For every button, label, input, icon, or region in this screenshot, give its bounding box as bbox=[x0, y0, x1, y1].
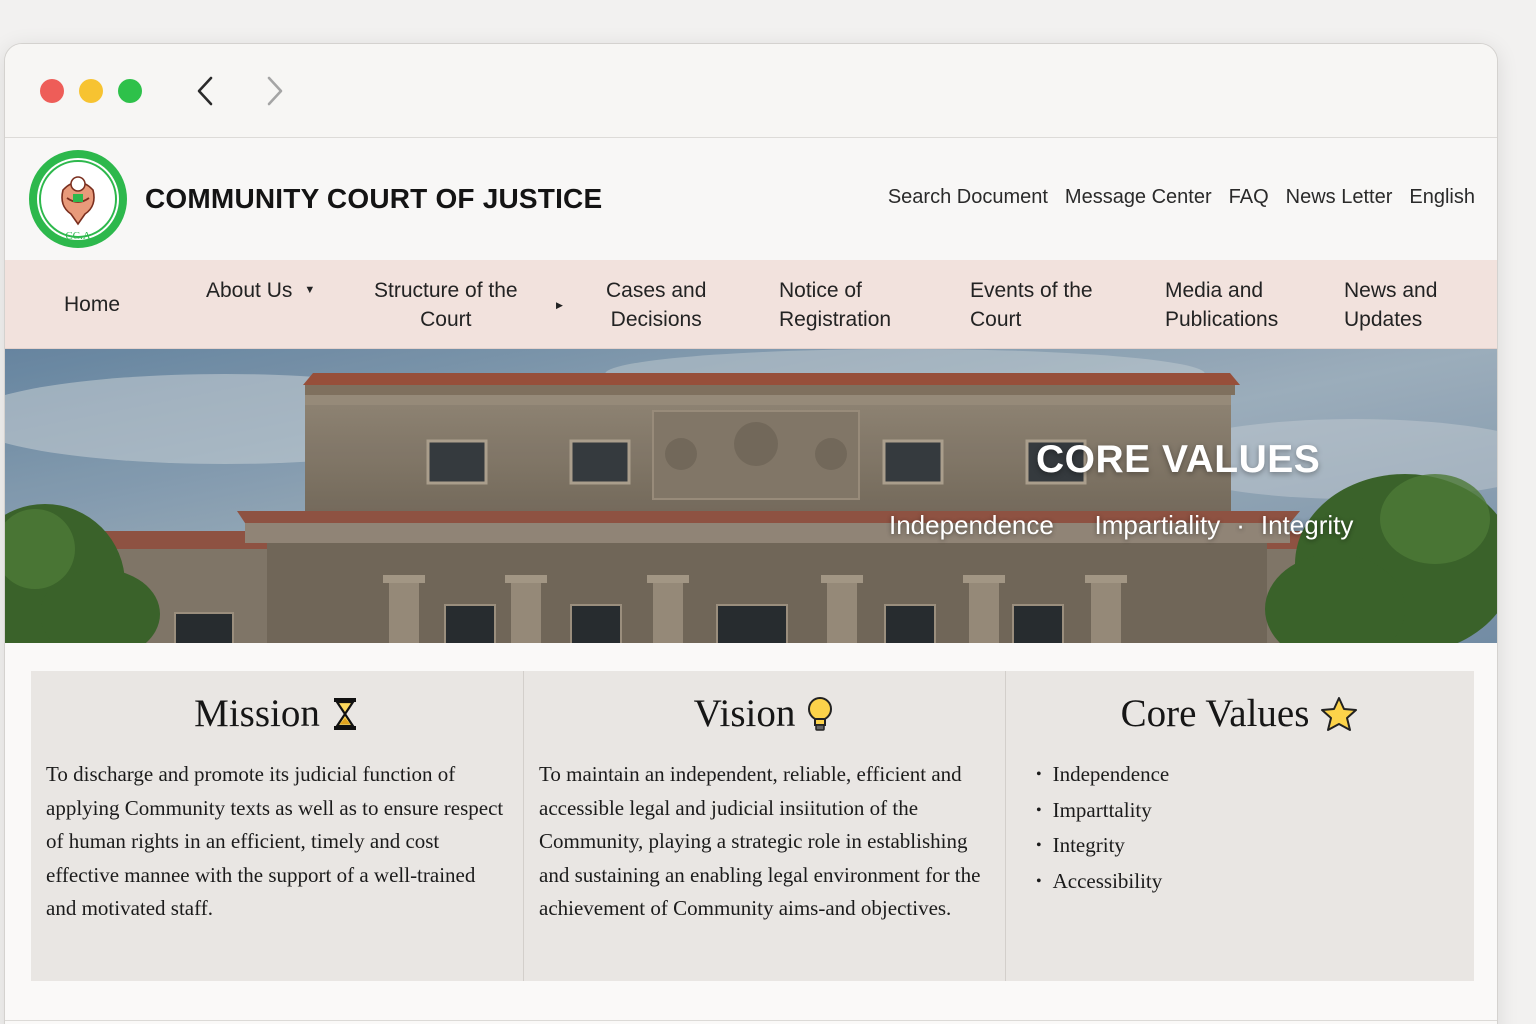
vision-card: Vision To maintain an independent, relia… bbox=[524, 671, 1006, 981]
logo-text: CC.A bbox=[65, 230, 90, 242]
nav-item-label: Structure of the bbox=[374, 278, 518, 302]
message-center-link[interactable]: Message Center bbox=[1065, 186, 1212, 209]
nav-item-events[interactable]: Events of the Court bbox=[970, 260, 1093, 349]
caret-down-icon: ▼ bbox=[304, 284, 316, 296]
nav-item-label: About Us bbox=[206, 279, 293, 302]
nav-item-label: Court bbox=[420, 307, 472, 331]
search-document-link[interactable]: Search Document bbox=[888, 186, 1048, 209]
mission-title: Mission bbox=[194, 692, 320, 735]
hero-values: Independence · Impartiality · Integrity bbox=[889, 510, 1353, 541]
lightbulb-icon bbox=[808, 696, 833, 731]
hero-title: CORE VALUES bbox=[1036, 438, 1321, 481]
hero-value: Independence bbox=[889, 510, 1054, 540]
newsletter-link[interactable]: News Letter bbox=[1286, 186, 1393, 209]
nav-item-label: Registration bbox=[779, 307, 892, 331]
nav-item-label: Publications bbox=[1165, 307, 1279, 331]
nav-item-media-publications[interactable]: Media and Publications bbox=[1165, 260, 1278, 349]
list-item: Integrity bbox=[1036, 829, 1474, 865]
vision-text: To maintain an independent, reliable, ef… bbox=[539, 762, 981, 921]
hero-banner: CORE VALUES Independence · Impartiality … bbox=[5, 349, 1497, 643]
nav-item-label: News and bbox=[1344, 278, 1438, 302]
nav-item-notice-registration[interactable]: Notice of Registration bbox=[779, 260, 891, 349]
nav-item-home[interactable]: Home bbox=[64, 260, 120, 349]
browser-titlebar bbox=[5, 44, 1497, 138]
nav-item-structure[interactable]: Structure of the Court bbox=[374, 260, 534, 349]
mission-text: To discharge and promote its judicial fu… bbox=[46, 762, 504, 921]
nav-item-label: Events of the bbox=[970, 278, 1093, 302]
nav-item-label: Updates bbox=[1344, 307, 1423, 331]
close-window-button[interactable] bbox=[40, 79, 64, 103]
language-selector[interactable]: English bbox=[1409, 186, 1475, 209]
nav-item-label: Decisions bbox=[610, 307, 702, 331]
nav-item-label: Court bbox=[970, 307, 1022, 331]
core-values-title: Core Values bbox=[1120, 692, 1310, 735]
hero-separator: · bbox=[1236, 510, 1245, 540]
card-title: Vision bbox=[524, 691, 1005, 736]
nav-item-label: Cases and bbox=[606, 278, 707, 302]
maximize-window-button[interactable] bbox=[118, 79, 142, 103]
browser-window: CC.A COMMUNITY COURT OF JUSTICE Search D… bbox=[4, 43, 1498, 1024]
star-icon bbox=[1321, 696, 1358, 731]
nav-item-label: Notice of bbox=[779, 278, 862, 302]
list-item: Accessibility bbox=[1036, 865, 1474, 901]
nav-item-news-updates[interactable]: News and Updates bbox=[1344, 260, 1437, 349]
card-title: Core Values bbox=[1006, 691, 1474, 736]
site-header: CC.A COMMUNITY COURT OF JUSTICE Search D… bbox=[5, 138, 1497, 260]
hero-value: Integrity bbox=[1260, 510, 1354, 540]
vision-title: Vision bbox=[693, 692, 796, 735]
nav-item-label: Media and bbox=[1165, 278, 1264, 302]
main-navigation: Home About Us ▼ Structure of the Court ▶… bbox=[5, 260, 1497, 349]
utility-links: Search Document Message Center FAQ News … bbox=[888, 186, 1475, 209]
caret-right-icon: ▶ bbox=[556, 300, 563, 310]
list-item: Independence bbox=[1036, 758, 1474, 794]
divider bbox=[5, 1020, 1497, 1021]
nav-item-label: Home bbox=[64, 293, 121, 316]
court-logo[interactable]: CC.A bbox=[27, 148, 129, 250]
chevron-left-icon[interactable] bbox=[191, 74, 219, 108]
list-item: Imparttality bbox=[1036, 794, 1474, 830]
nav-item-about-us[interactable]: About Us ▼ bbox=[206, 246, 315, 335]
site-title[interactable]: COMMUNITY COURT OF JUSTICE bbox=[145, 183, 602, 215]
minimize-window-button[interactable] bbox=[79, 79, 103, 103]
hourglass-icon bbox=[333, 697, 356, 730]
core-values-list: Independence Imparttality Integrity Acce… bbox=[1006, 758, 1474, 900]
courthouse-image bbox=[5, 349, 1497, 643]
card-title: Mission bbox=[31, 691, 523, 736]
mission-card: Mission To discharge and promote its jud… bbox=[31, 671, 524, 981]
faq-link[interactable]: FAQ bbox=[1229, 186, 1269, 209]
hero-value: Impartiality bbox=[1094, 510, 1221, 540]
values-cards: Mission To discharge and promote its jud… bbox=[31, 671, 1474, 981]
core-values-card: Core Values Independence Imparttality In… bbox=[1006, 671, 1474, 981]
nav-item-cases-decisions[interactable]: Cases and Decisions bbox=[606, 260, 706, 349]
chevron-right-icon[interactable] bbox=[261, 74, 289, 108]
